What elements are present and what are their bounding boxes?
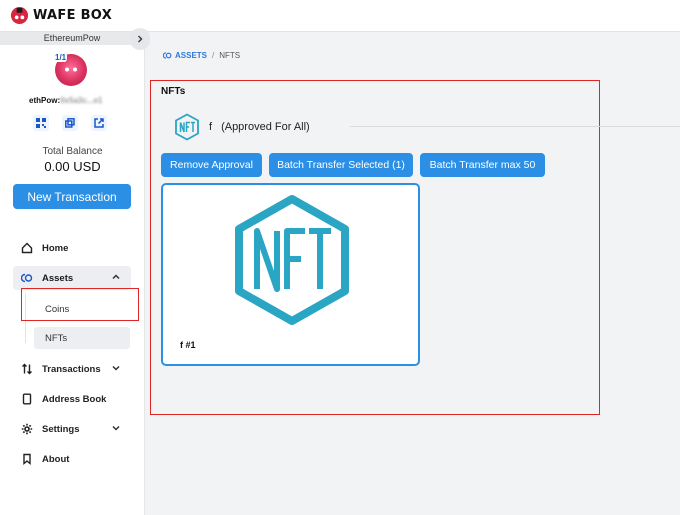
address-actions [33,115,107,131]
batch-transfer-max-button[interactable]: Batch Transfer max 50 [420,153,545,177]
collection-header[interactable]: f (Approved For All) [174,113,310,141]
sidebar-item-about[interactable]: About [13,447,131,471]
page-title: NFTs [161,86,186,97]
breadcrumb: ASSETS / NFTS [163,51,240,60]
sidebar-item-label: Home [42,242,69,254]
app-logo[interactable]: WAFE BOX [10,6,112,25]
new-transaction-button[interactable]: New Transaction [13,184,131,209]
total-balance-label: Total Balance [42,146,103,157]
nft-image [235,195,349,325]
sidebar-subitem-nfts[interactable]: NFTs [34,327,130,349]
chevron-right-icon [137,35,143,43]
remove-approval-button[interactable]: Remove Approval [161,153,262,177]
nft-card[interactable]: f #1 [161,183,420,366]
breadcrumb-current: NFTS [219,51,241,60]
top-bar: WAFE BOX [0,0,680,32]
avatar-face-icon [65,67,77,72]
nft-card-label: f #1 [180,340,196,350]
brand-name: WAFE BOX [33,8,113,23]
total-balance-value: 0.00 USD [44,159,101,174]
home-icon [20,241,34,255]
breadcrumb-assets-label: ASSETS [175,51,208,60]
assets-icon [163,52,172,59]
sidebar-item-label: Address Book [42,393,107,405]
assets-icon [20,271,34,285]
logo-icon [10,6,29,25]
chevron-down-icon [112,365,120,371]
batch-transfer-selected-button[interactable]: Batch Transfer Selected (1) [269,153,413,177]
sidebar: EthereumPow 1/1 ethPow:0x5a3c...e1 Total… [0,32,145,515]
sidebar-item-label: Transactions [42,363,101,375]
sidebar-item-assets[interactable]: Assets [13,266,131,290]
network-label: EthereumPow [0,32,144,45]
threshold-badge: 1/1 [54,53,68,62]
bookmark-icon [20,452,34,466]
sidebar-item-label: Assets [42,272,74,284]
collection-name: f [209,121,213,133]
approval-status: (Approved For All) [221,121,310,133]
sidebar-item-address-book[interactable]: Address Book [13,387,131,411]
sidebar-item-settings[interactable]: Settings [13,417,131,441]
sidebar-item-label: Settings [42,423,80,435]
collapse-sidebar-button[interactable] [130,28,150,50]
divider [350,126,680,127]
chevron-up-icon [112,274,120,280]
copy-icon [65,118,75,128]
address-prefix: ethPow: [29,96,61,105]
highlight-box-nav [21,288,139,321]
external-link-icon [94,118,104,128]
chevron-down-icon [112,425,120,431]
open-explorer-button[interactable] [91,115,107,131]
gear-icon [20,422,34,436]
address-value: 0x5a3c...e1 [60,96,103,105]
transactions-icon [20,362,34,376]
copy-address-button[interactable] [62,115,78,131]
qr-code-button[interactable] [33,115,49,131]
address-book-icon [20,392,34,406]
nft-logo-icon [175,113,199,141]
qr-code-icon [36,118,46,128]
sidebar-item-home[interactable]: Home [13,236,131,260]
breadcrumb-assets[interactable]: ASSETS [163,51,207,60]
sidebar-item-label: About [42,453,70,465]
safe-avatar: 1/1 [54,53,87,86]
breadcrumb-separator: / [212,51,215,60]
safe-address: ethPow:0x5a3c...e1 [29,96,102,105]
sidebar-item-transactions[interactable]: Transactions [13,357,131,381]
